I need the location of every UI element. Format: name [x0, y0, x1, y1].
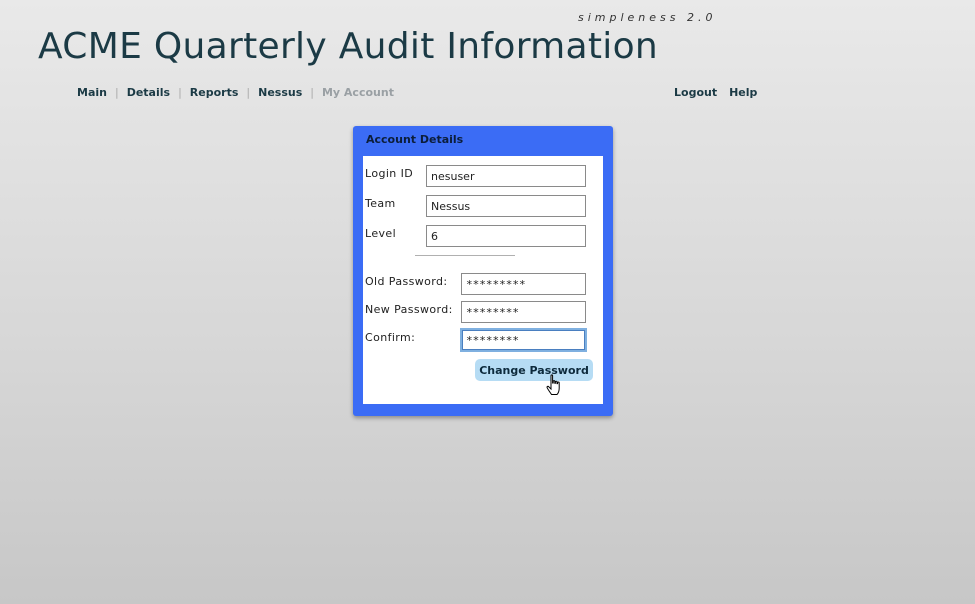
user-nav: Logout Help	[668, 86, 763, 99]
confirm-password-field[interactable]: ********	[460, 328, 587, 352]
new-password-row: New Password:	[365, 303, 453, 316]
account-details-panel: Account Details Login ID nesuser Team Ne…	[353, 126, 613, 416]
team-row: Team	[365, 197, 396, 210]
page-title: ACME Quarterly Audit Information	[38, 26, 659, 67]
nav-my-account: My Account	[321, 86, 394, 99]
section-divider	[415, 255, 515, 256]
main-nav: Main | Details | Reports | Nessus | My A…	[70, 86, 401, 99]
nav-details[interactable]: Details	[120, 86, 177, 99]
login-id-row: Login ID	[365, 167, 413, 180]
team-field[interactable]: Nessus	[426, 195, 586, 217]
level-label: Level	[365, 227, 397, 240]
new-password-label: New Password:	[365, 303, 453, 316]
login-id-field[interactable]: nesuser	[426, 165, 586, 187]
confirm-label: Confirm:	[365, 331, 416, 344]
nav-nessus[interactable]: Nessus	[251, 86, 309, 99]
team-label: Team	[365, 197, 396, 210]
nav-reports[interactable]: Reports	[183, 86, 246, 99]
level-field[interactable]: 6	[426, 225, 586, 247]
old-password-label: Old Password:	[365, 275, 448, 288]
old-password-row: Old Password:	[365, 275, 447, 288]
change-password-button[interactable]: Change Password	[475, 359, 593, 381]
brand-tagline: simpleness 2.0	[578, 11, 717, 24]
panel-title: Account Details	[366, 133, 464, 146]
login-id-label: Login ID	[365, 167, 414, 180]
confirm-row: Confirm:	[365, 331, 415, 344]
old-password-field[interactable]: *********	[461, 273, 586, 295]
level-row: Level	[365, 227, 396, 240]
nav-main[interactable]: Main	[70, 86, 114, 99]
nav-help[interactable]: Help	[723, 86, 763, 99]
new-password-field[interactable]: ********	[461, 301, 586, 323]
hand-pointer-icon	[546, 374, 560, 395]
nav-logout[interactable]: Logout	[668, 86, 723, 99]
panel-body: Login ID nesuser Team Nessus Level 6 Old…	[363, 156, 603, 404]
